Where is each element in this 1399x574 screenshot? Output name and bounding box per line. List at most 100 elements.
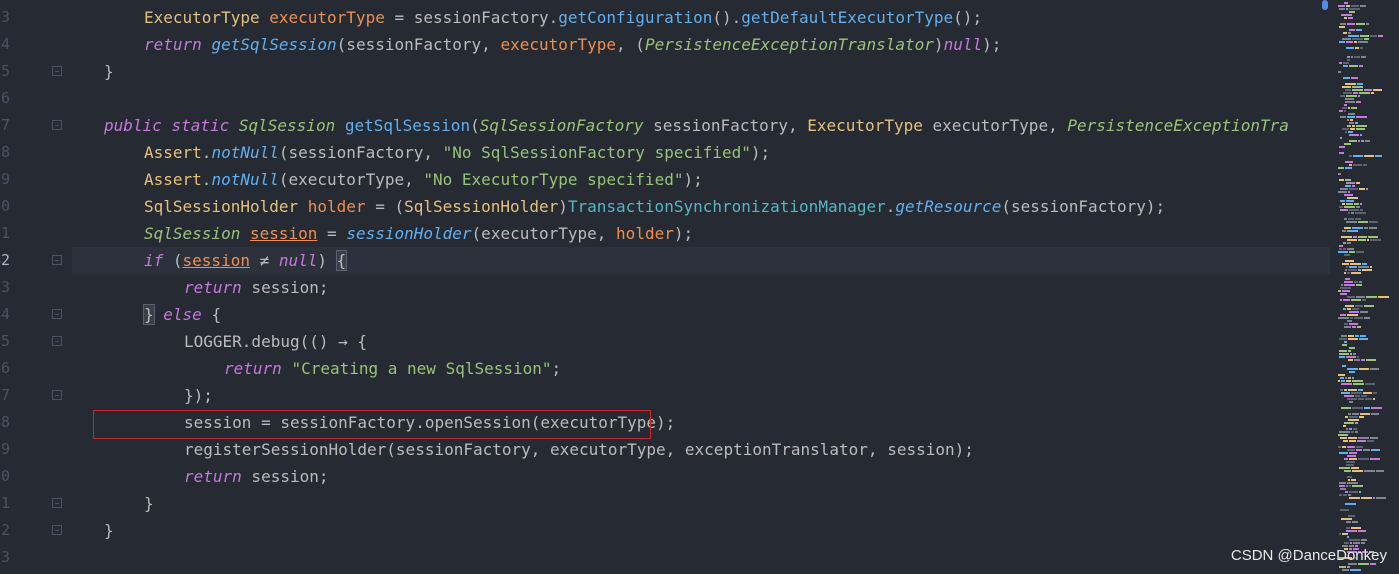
code-token: PersistenceExceptionTra [1067, 116, 1289, 135]
minimap-mark [1349, 29, 1355, 31]
minimap-mark [1340, 389, 1343, 391]
fold-toggle-icon[interactable] [52, 255, 62, 265]
minimap-mark [1356, 23, 1365, 25]
line-number: 36 [0, 89, 11, 107]
minimap-mark [1352, 407, 1363, 409]
minimap-mark [1357, 356, 1359, 358]
minimap-mark [1353, 353, 1356, 355]
minimap-mark [1343, 32, 1347, 34]
fold-toggle-icon[interactable] [52, 120, 62, 130]
minimap-mark [1359, 416, 1364, 418]
line-number: 35 [0, 62, 11, 80]
minimap-mark [1360, 47, 1363, 49]
minimap-mark [1344, 17, 1347, 19]
minimap-mark [1347, 314, 1358, 316]
minimap-mark [1346, 182, 1355, 184]
minimap-mark [1346, 461, 1355, 463]
minimap-mark [1348, 389, 1357, 391]
code-line: return session; [184, 274, 329, 301]
code-token: LOGGER.debug(() → { [184, 332, 368, 351]
minimap-mark [1349, 65, 1358, 67]
minimap-mark [1345, 377, 1347, 379]
minimap-mark [1350, 119, 1353, 121]
minimap-mark [1341, 236, 1352, 238]
minimap-mark [1343, 248, 1346, 250]
minimap-mark [1353, 155, 1363, 157]
minimap-mark [1364, 227, 1368, 229]
minimap-mark [1356, 251, 1364, 253]
minimap-mark [1339, 452, 1348, 454]
minimap-mark [1347, 476, 1352, 478]
minimap-mark [1352, 185, 1355, 187]
code-line: registerSessionHolder(sessionFactory, ex… [184, 436, 974, 463]
code-token: getResource [895, 197, 1002, 216]
minimap-mark [1339, 62, 1342, 64]
code-token: "No ExecutorType specified" [423, 170, 684, 189]
minimap-mark [1349, 134, 1359, 136]
minimap-mark [1345, 83, 1356, 85]
code-line: return "Creating a new SqlSession"; [224, 355, 561, 382]
code-token: getSqlSession [344, 116, 471, 135]
fold-toggle-icon[interactable] [52, 336, 62, 346]
minimap-mark [1348, 113, 1355, 115]
minimap-mark [1352, 86, 1363, 88]
minimap-mark [1355, 431, 1358, 433]
minimap-mark [1344, 284, 1355, 286]
code-token: (sessionFactory); [1001, 197, 1166, 216]
minimap-mark [1345, 185, 1351, 187]
minimap-mark [1346, 41, 1353, 43]
fold-toggle-icon[interactable] [52, 66, 62, 76]
line-number: 47 [0, 386, 11, 404]
minimap-mark [1339, 482, 1346, 484]
minimap-mark [1359, 92, 1370, 94]
minimap-mark [1348, 377, 1351, 379]
minimap-mark [1348, 359, 1353, 361]
code-token: return [224, 359, 282, 378]
minimap-mark [1358, 266, 1369, 268]
minimap-mark [1371, 407, 1382, 409]
code-editor[interactable]: ExecutorType executorType = sessionFacto… [72, 0, 1330, 574]
fold-toggle-icon[interactable] [52, 525, 62, 535]
minimap-mark [1365, 140, 1370, 142]
minimap-mark [1373, 89, 1382, 91]
minimap-mark [1338, 380, 1340, 382]
vertical-scrollbar[interactable] [1316, 0, 1330, 574]
minimap-mark [1347, 320, 1352, 322]
line-number: 52 [0, 521, 11, 539]
fold-toggle-icon[interactable] [52, 309, 62, 319]
minimap-mark [1359, 338, 1368, 340]
minimap-mark [1369, 227, 1377, 229]
code-token: session [182, 251, 250, 270]
minimap-mark [1345, 89, 1351, 91]
minimap-mark [1348, 17, 1353, 19]
minimap-mark [1356, 206, 1360, 208]
minimap-mark [1346, 527, 1350, 529]
fold-toggle-icon[interactable] [52, 390, 62, 400]
scrollbar-thumb[interactable] [1322, 0, 1328, 10]
minimap-mark [1346, 485, 1348, 487]
code-token: if [144, 251, 164, 270]
minimap-mark [1345, 101, 1355, 103]
minimap-mark [1344, 194, 1353, 196]
minimap-mark [1346, 464, 1354, 466]
fold-toggle-icon[interactable] [52, 498, 62, 508]
minimap-mark [1343, 65, 1348, 67]
minimap-mark [1350, 263, 1361, 265]
code-token: return [184, 278, 242, 297]
minimap-mark [1347, 242, 1351, 244]
minimap-mark [1353, 542, 1360, 544]
minimap-mark [1339, 353, 1349, 355]
line-number: 48 [0, 413, 11, 431]
minimap-mark [1344, 206, 1355, 208]
minimap-mark [1338, 5, 1345, 7]
minimap-mark [1343, 77, 1350, 79]
code-token: ) [933, 35, 944, 54]
minimap-mark [1339, 533, 1341, 535]
code-line: public static SqlSession getSqlSession(S… [104, 112, 1289, 139]
code-minimap[interactable] [1330, 0, 1399, 574]
minimap-mark [1349, 122, 1354, 124]
minimap-mark [1348, 419, 1359, 421]
minimap-mark [1352, 470, 1363, 472]
minimap-mark [1356, 296, 1365, 298]
